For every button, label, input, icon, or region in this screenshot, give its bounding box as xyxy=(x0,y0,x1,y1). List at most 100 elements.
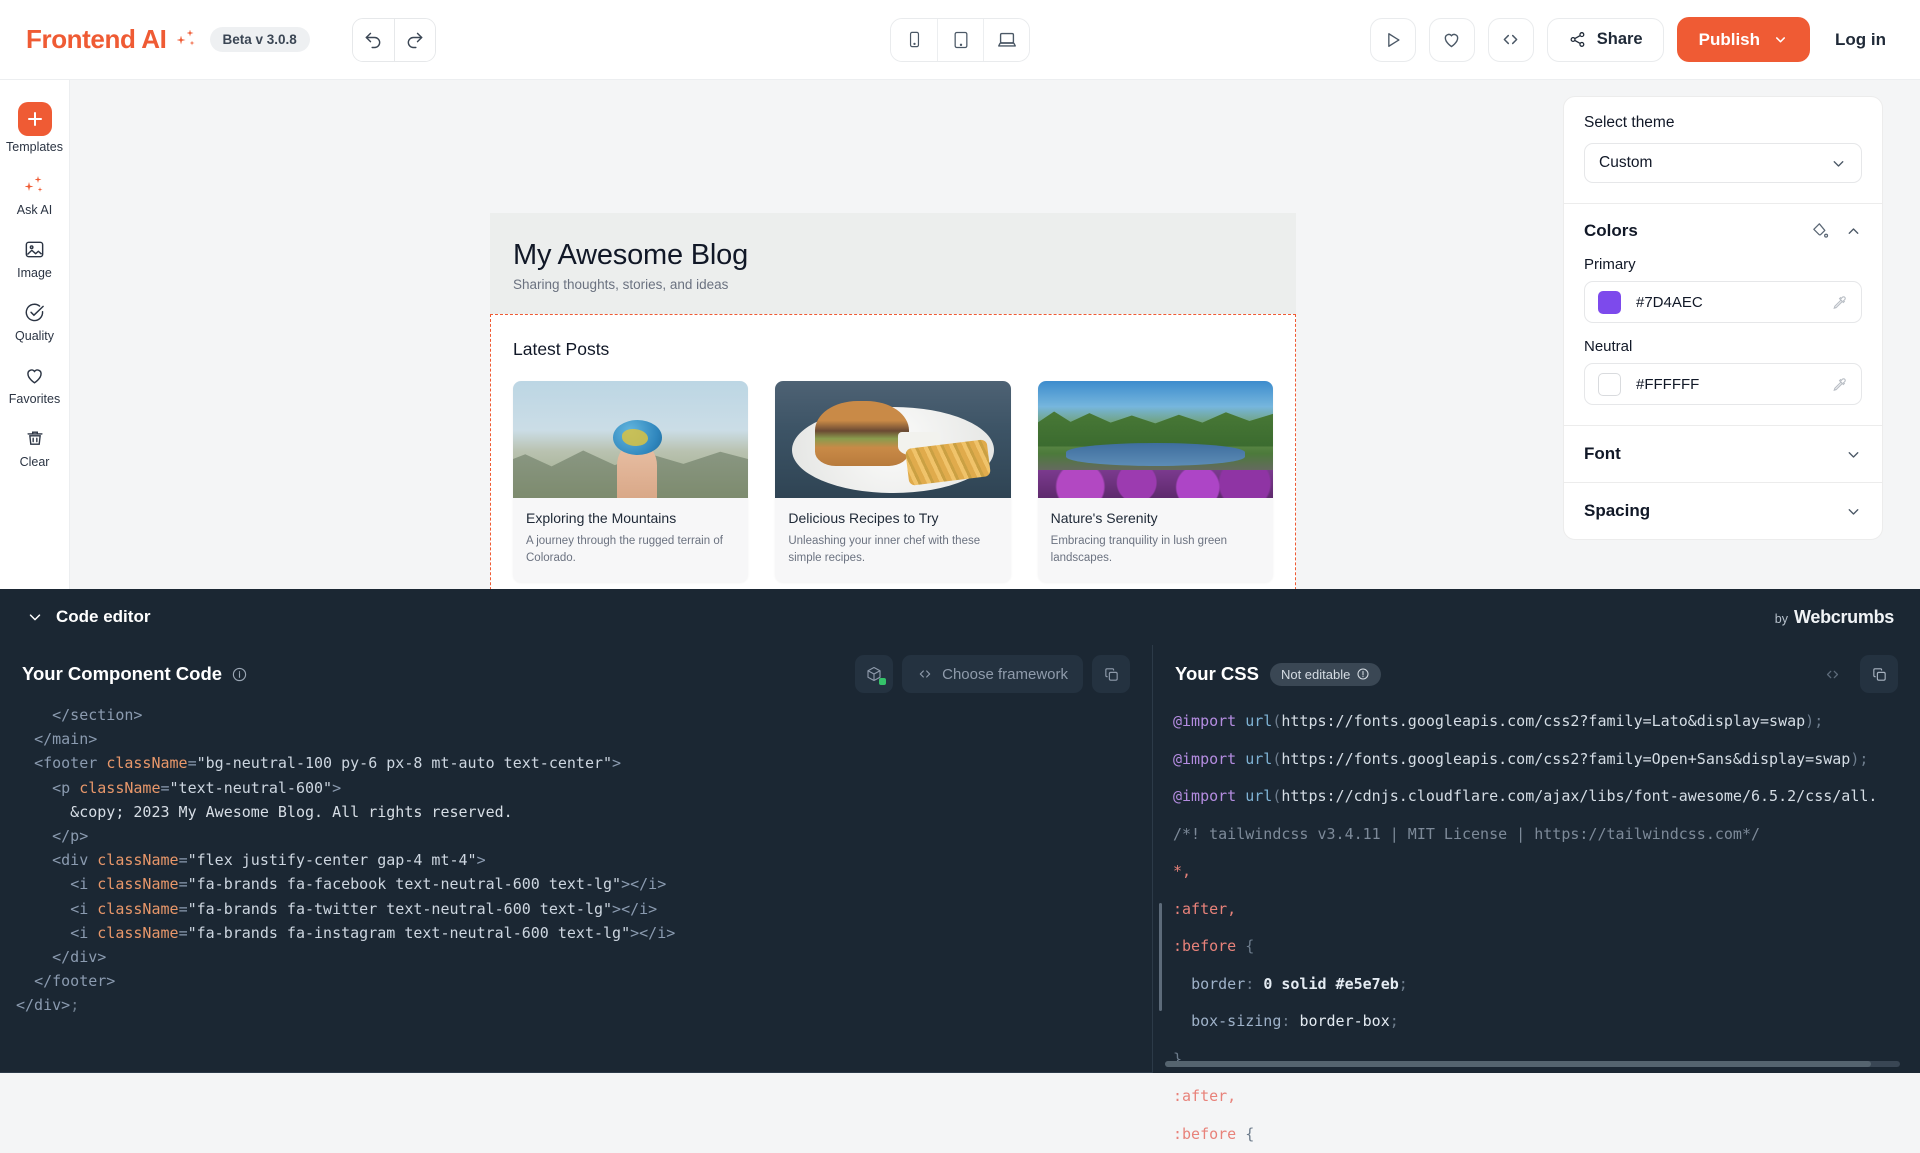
copy-css-button[interactable] xyxy=(1860,655,1898,693)
redo-button[interactable] xyxy=(394,19,435,61)
chevron-up-icon[interactable] xyxy=(1845,223,1862,240)
code-editor-panel: Code editor by Webcrumbs Your Component … xyxy=(0,589,1920,1073)
post-image-nature xyxy=(1038,381,1273,498)
latest-posts-section[interactable]: Latest Posts Exploring the Mountains A j… xyxy=(490,314,1296,589)
theme-select-value: Custom xyxy=(1599,154,1652,172)
component-pane-title: Your Component Code xyxy=(22,663,222,685)
eyedropper-icon[interactable] xyxy=(1831,376,1848,393)
sparkle-icon xyxy=(24,173,46,199)
sidebar-item-ask-ai[interactable]: Ask AI xyxy=(0,164,70,227)
left-sidebar: Templates Ask AI Image Quality xyxy=(0,80,70,589)
tablet-viewport-button[interactable] xyxy=(937,19,983,61)
primary-color-swatch[interactable] xyxy=(1598,291,1621,314)
colors-section: Colors Primary #7D4AEC Neutral xyxy=(1564,203,1882,425)
code-panes: Your Component Code Ch xyxy=(0,645,1920,1073)
sidebar-item-image[interactable]: Image xyxy=(0,227,70,290)
sidebar-item-label: Templates xyxy=(6,140,63,154)
heart-icon xyxy=(1441,29,1462,50)
post-card[interactable]: Delicious Recipes to Try Unleashing your… xyxy=(775,381,1010,582)
css-pane-header: Your CSS Not editable xyxy=(1153,645,1920,703)
view-code-button[interactable] xyxy=(1488,18,1534,62)
css-vertical-scrollbar[interactable] xyxy=(1159,903,1162,1011)
undo-redo-group xyxy=(352,18,436,62)
post-card[interactable]: Exploring the Mountains A journey throug… xyxy=(513,381,748,582)
neutral-color-swatch[interactable] xyxy=(1598,373,1621,396)
post-card-list: Exploring the Mountains A journey throug… xyxy=(513,381,1273,582)
post-description: Unleashing your inner chef with these si… xyxy=(788,533,997,566)
sidebar-item-label: Favorites xyxy=(9,392,60,406)
share-button[interactable]: Share xyxy=(1547,18,1664,62)
paint-bucket-icon[interactable] xyxy=(1810,221,1830,241)
spacing-title: Spacing xyxy=(1584,501,1650,521)
favorite-button[interactable] xyxy=(1429,18,1475,62)
post-card[interactable]: Nature's Serenity Embracing tranquility … xyxy=(1038,381,1273,582)
select-theme-label: Select theme xyxy=(1584,114,1862,132)
blog-title: My Awesome Blog xyxy=(513,239,1273,272)
heart-icon xyxy=(23,362,46,388)
font-title: Font xyxy=(1584,444,1621,464)
spacing-section-header[interactable]: Spacing xyxy=(1564,482,1882,539)
sidebar-item-clear[interactable]: Clear xyxy=(0,416,70,479)
chevron-down-icon xyxy=(1773,32,1788,47)
play-icon xyxy=(1383,30,1403,50)
top-bar-actions: Share Publish Log in xyxy=(1370,17,1894,62)
tablet-icon xyxy=(951,30,971,50)
neutral-color-field[interactable]: #FFFFFF xyxy=(1584,363,1862,405)
chevron-down-icon xyxy=(1845,503,1862,520)
code-editor-toggle[interactable]: Code editor xyxy=(26,607,150,627)
css-code-content[interactable]: @import url(https://fonts.googleapis.com… xyxy=(1153,703,1920,1153)
mobile-icon xyxy=(905,30,924,49)
sidebar-item-label: Quality xyxy=(15,329,54,343)
sidebar-item-label: Ask AI xyxy=(17,203,52,217)
copy-component-code-button[interactable] xyxy=(1092,655,1130,693)
code-editor-bar: Code editor by Webcrumbs xyxy=(0,589,1920,645)
info-icon[interactable] xyxy=(1356,667,1370,681)
webcrumbs-credit: by Webcrumbs xyxy=(1775,607,1894,628)
trash-icon xyxy=(24,425,46,451)
plus-icon xyxy=(18,102,52,136)
post-title: Exploring the Mountains xyxy=(526,510,735,526)
sidebar-item-quality[interactable]: Quality xyxy=(0,290,70,353)
section-title: Latest Posts xyxy=(513,339,1273,360)
code-editor-title: Code editor xyxy=(56,607,150,627)
desktop-icon xyxy=(996,29,1018,51)
mobile-viewport-button[interactable] xyxy=(891,19,937,61)
eyedropper-icon[interactable] xyxy=(1831,294,1848,311)
neutral-color-value: #FFFFFF xyxy=(1636,376,1699,393)
post-title: Delicious Recipes to Try xyxy=(788,510,997,526)
install-package-button[interactable] xyxy=(855,655,893,693)
credit-brand-name: Webcrumbs xyxy=(1794,607,1894,628)
choose-framework-button[interactable]: Choose framework xyxy=(902,655,1083,693)
blog-header: My Awesome Blog Sharing thoughts, storie… xyxy=(490,213,1296,314)
font-section-header[interactable]: Font xyxy=(1564,425,1882,482)
css-pane-title: Your CSS xyxy=(1175,663,1259,685)
package-status-dot xyxy=(879,678,886,685)
code-brackets-icon xyxy=(1500,29,1521,50)
publish-button[interactable]: Publish xyxy=(1677,17,1810,62)
component-code-pane: Your Component Code Ch xyxy=(0,645,1153,1073)
sidebar-item-templates[interactable]: Templates xyxy=(0,93,70,164)
login-link[interactable]: Log in xyxy=(1835,30,1886,50)
css-view-code-button[interactable] xyxy=(1813,655,1851,693)
preview-play-button[interactable] xyxy=(1370,18,1416,62)
undo-button[interactable] xyxy=(353,19,394,61)
neutral-color-label: Neutral xyxy=(1584,338,1862,355)
desktop-viewport-button[interactable] xyxy=(983,19,1029,61)
brand-name: Frontend AI xyxy=(26,24,167,55)
sidebar-item-favorites[interactable]: Favorites xyxy=(0,353,70,416)
brand-logo[interactable]: Frontend AI xyxy=(26,24,198,55)
component-code-content[interactable]: </section> </main> <footer className="bg… xyxy=(0,703,1152,1018)
code-brackets-icon xyxy=(1824,666,1841,683)
sparkle-icon xyxy=(176,29,198,51)
info-icon[interactable] xyxy=(231,666,248,683)
primary-color-field[interactable]: #7D4AEC xyxy=(1584,281,1862,323)
chevron-down-icon xyxy=(1845,446,1862,463)
theme-select[interactable]: Custom xyxy=(1584,143,1862,183)
not-editable-badge: Not editable xyxy=(1270,663,1381,686)
theme-panel: Select theme Custom Colors Primary xyxy=(1563,96,1883,540)
chevron-down-icon xyxy=(26,608,44,626)
colors-title: Colors xyxy=(1584,221,1638,241)
share-label: Share xyxy=(1597,30,1643,49)
not-editable-label: Not editable xyxy=(1281,667,1350,682)
css-horizontal-scrollbar[interactable] xyxy=(1165,1061,1900,1067)
